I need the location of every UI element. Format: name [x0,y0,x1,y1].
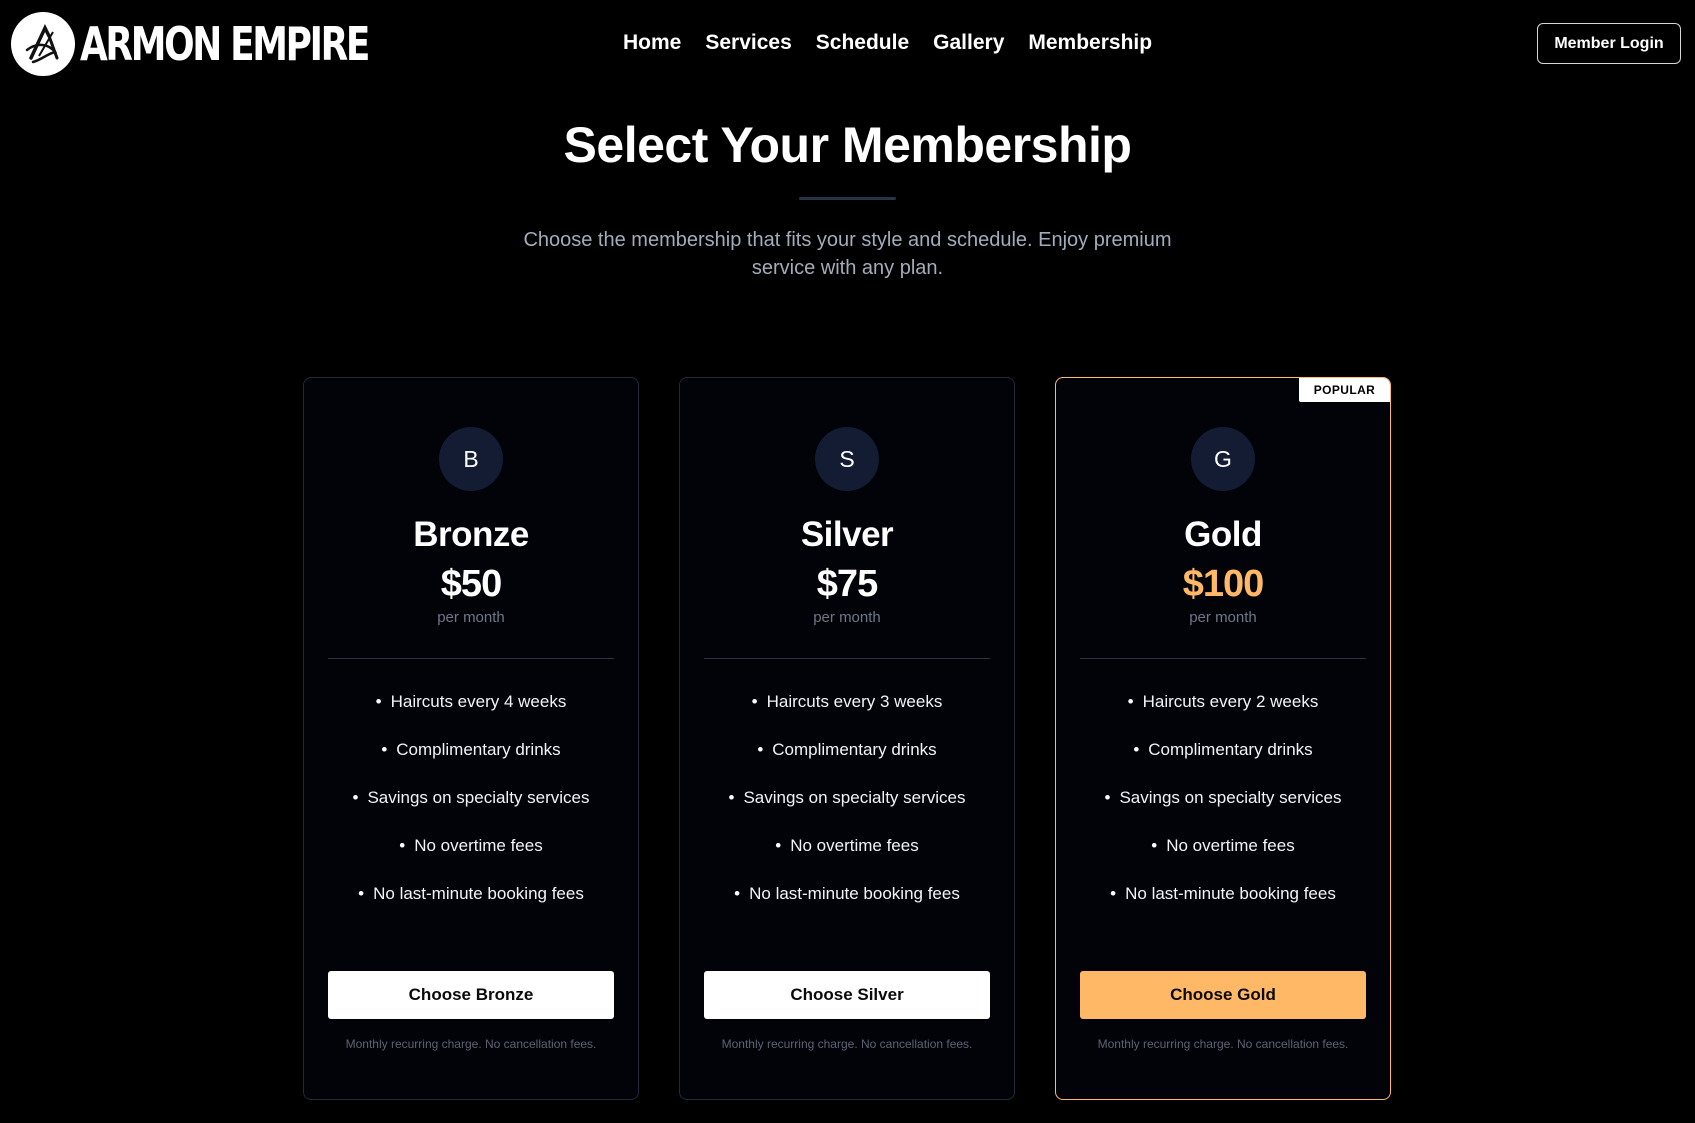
nav-link-services[interactable]: Services [705,28,791,58]
feature-item: No overtime fees [680,836,1014,884]
armon-empire-logo-icon [11,12,75,76]
feature-item: No last-minute booking fees [1056,884,1390,932]
feature-item: Haircuts every 3 weeks [680,692,1014,740]
feature-item: Complimentary drinks [680,740,1014,788]
nav-link-home[interactable]: Home [623,28,681,58]
choose-bronze-button[interactable]: Choose Bronze [328,971,614,1019]
plan-period: per month [1189,609,1257,626]
plan-initial-badge: B [439,427,503,491]
feature-item: No overtime fees [1056,836,1390,884]
title-divider [799,197,896,200]
member-login-button[interactable]: Member Login [1537,23,1681,64]
billing-note: Monthly recurring charge. No cancellatio… [345,1037,597,1051]
nav-link-schedule[interactable]: Schedule [816,28,909,58]
plan-price: $100 [1182,563,1265,605]
plan-card-bronze: B Bronze $50 per month Haircuts every 4 … [303,377,639,1100]
plan-name: Silver [800,515,894,554]
brand-name: ARMON EMPIRE [80,17,370,71]
page-subtitle: Choose the membership that fits your sty… [523,229,1172,279]
feature-item: Haircuts every 4 weeks [304,692,638,740]
plan-period: per month [437,609,505,626]
plan-name: Gold [1184,515,1262,554]
plan-card-gold: POPULAR G Gold $100 per month Haircuts e… [1055,377,1391,1100]
choose-silver-button[interactable]: Choose Silver [704,971,990,1019]
plan-price: $50 [440,563,502,605]
choose-gold-button[interactable]: Choose Gold [1080,971,1366,1019]
popular-badge: POPULAR [1299,378,1390,402]
site-header: ARMON EMPIRE Home Services Schedule Gall… [0,0,1695,86]
card-divider [1080,658,1366,659]
feature-item: No last-minute booking fees [680,884,1014,932]
plan-initial-badge: S [815,427,879,491]
nav-link-membership[interactable]: Membership [1028,28,1152,58]
card-divider [704,658,990,659]
plan-period: per month [813,609,881,626]
nav-link-gallery[interactable]: Gallery [933,28,1004,58]
billing-note: Monthly recurring charge. No cancellatio… [721,1037,973,1051]
feature-item: Complimentary drinks [1056,740,1390,788]
plan-features: Haircuts every 3 weeks Complimentary dri… [680,692,1014,932]
main-nav: Home Services Schedule Gallery Membershi… [623,28,1176,58]
plan-name: Bronze [413,515,529,554]
plan-card-silver: S Silver $75 per month Haircuts every 3 … [679,377,1015,1100]
feature-item: Haircuts every 2 weeks [1056,692,1390,740]
plan-features: Haircuts every 4 weeks Complimentary dri… [304,692,638,932]
feature-item: Savings on specialty services [304,788,638,836]
plan-features: Haircuts every 2 weeks Complimentary dri… [1056,692,1390,932]
feature-item: Complimentary drinks [304,740,638,788]
page-title: Select Your Membership [563,117,1132,173]
brand[interactable]: ARMON EMPIRE [11,12,449,76]
feature-item: No overtime fees [304,836,638,884]
feature-item: No last-minute booking fees [304,884,638,932]
plan-price: $75 [816,563,878,605]
billing-note: Monthly recurring charge. No cancellatio… [1097,1037,1349,1051]
feature-item: Savings on specialty services [1056,788,1390,836]
card-divider [328,658,614,659]
feature-item: Savings on specialty services [680,788,1014,836]
plan-initial-badge: G [1191,427,1255,491]
